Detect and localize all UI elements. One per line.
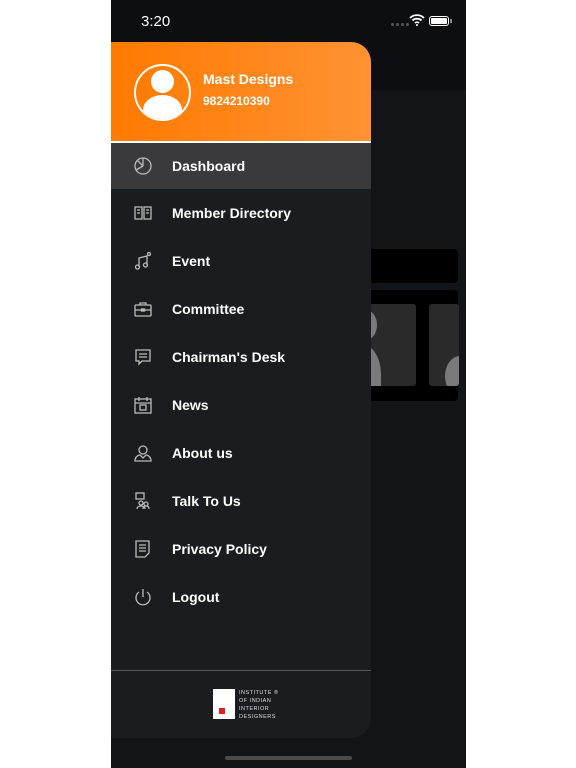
app-screen: 3:20 pter Mast Designs 9824210390 Dashbo… (111, 0, 466, 768)
menu-item-label: Privacy Policy (172, 541, 267, 557)
menu-item-event[interactable]: Event (111, 237, 371, 285)
clock: 3:20 (141, 13, 171, 30)
document-icon (111, 539, 172, 559)
user-phone: 9824210390 (203, 94, 270, 108)
background-member-cards (351, 290, 459, 401)
menu-item-label: Chairman's Desk (172, 349, 286, 365)
wifi-icon (409, 14, 425, 26)
menu-item-news[interactable]: News (111, 381, 371, 429)
menu-item-label: Talk To Us (172, 493, 241, 509)
menu-item-label: News (172, 397, 209, 413)
menu-item-label: Dashboard (172, 158, 246, 174)
battery-icon (429, 16, 452, 26)
drawer-header: Mast Designs 9824210390 (111, 42, 371, 143)
menu-item-talk-to-us[interactable]: Talk To Us (111, 477, 371, 525)
menu-item-chairman-s-desk[interactable]: Chairman's Desk (111, 333, 371, 381)
menu-item-logout[interactable]: Logout (111, 573, 371, 621)
user-icon (111, 443, 172, 463)
calendar-icon (111, 395, 172, 415)
logo-mark (213, 689, 235, 719)
music-note-icon (111, 251, 172, 271)
iiid-logo: INSTITUTE ® OF INDIAN INTERIOR DESIGNERS (213, 689, 279, 721)
member-card (429, 304, 459, 386)
menu-item-label: Event (172, 253, 211, 269)
drawer-menu: Dashboard Member Directory Event Committee C… (111, 143, 371, 621)
home-indicator[interactable] (225, 756, 352, 760)
menu-item-about-us[interactable]: About us (111, 429, 371, 477)
menu-item-label: Member Directory (172, 205, 292, 221)
chat-bubble-icon (111, 347, 172, 367)
navigation-drawer: Mast Designs 9824210390 Dashboard Member … (111, 42, 371, 738)
power-icon (111, 587, 172, 607)
menu-item-label: About us (172, 445, 233, 461)
pie-chart-icon (111, 156, 172, 176)
drawer-footer: INSTITUTE ® OF INDIAN INTERIOR DESIGNERS (111, 670, 371, 738)
menu-item-label: Logout (172, 589, 220, 605)
avatar[interactable] (134, 64, 191, 121)
menu-item-dashboard[interactable]: Dashboard (111, 143, 371, 189)
briefcase-icon (111, 299, 172, 319)
menu-item-label: Committee (172, 301, 245, 317)
menu-item-committee[interactable]: Committee (111, 285, 371, 333)
logo-text: INSTITUTE ® OF INDIAN INTERIOR DESIGNERS (239, 690, 279, 720)
menu-item-member-directory[interactable]: Member Directory (111, 189, 371, 237)
status-bar: 3:20 (111, 0, 466, 42)
user-name: Mast Designs (203, 71, 294, 87)
menu-item-privacy-policy[interactable]: Privacy Policy (111, 525, 371, 573)
support-icon (111, 491, 172, 511)
signal-icon (391, 23, 409, 26)
open-book-icon (111, 203, 172, 223)
background-bar (361, 249, 458, 283)
